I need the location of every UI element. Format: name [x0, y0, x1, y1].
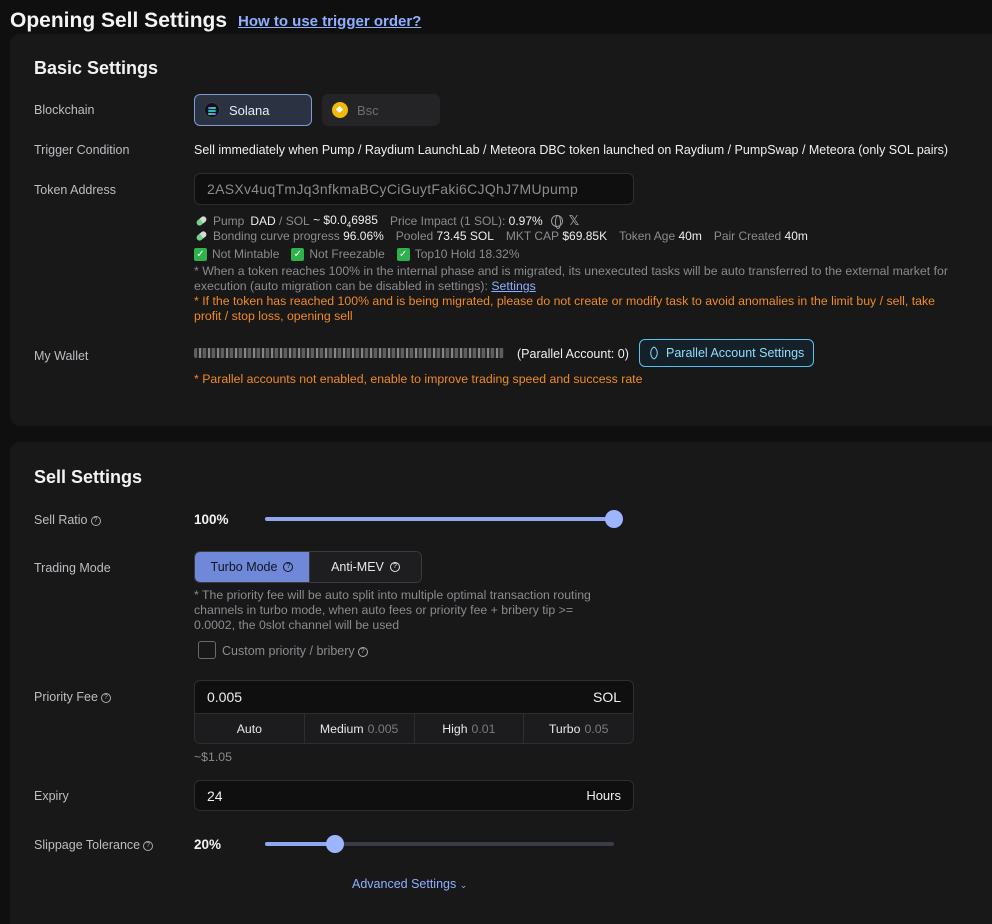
priority-fee-usd: ~$1.05 — [194, 750, 232, 764]
progress-value: 96.06% — [343, 229, 384, 243]
sell-ratio-fill — [265, 517, 614, 521]
slippage-label: Slippage Tolerance? — [34, 838, 154, 852]
pill-icon — [195, 230, 208, 242]
custom-priority-label: Custom priority / bribery? — [222, 644, 368, 658]
token-checks-line: ✓ Not Mintable ✓ Not Freezable ✓ Top10 H… — [194, 247, 520, 261]
chain-button-solana[interactable]: Solana — [194, 94, 312, 126]
platform-name: Pump — [213, 214, 245, 229]
help-icon[interactable]: ? — [90, 515, 101, 526]
my-wallet-label: My Wallet — [34, 349, 89, 363]
turbo-mode-button[interactable]: Turbo Mode? — [195, 552, 309, 582]
help-icon[interactable]: ? — [100, 692, 111, 703]
priority-fee-input-row[interactable]: 0.005 SOL — [195, 681, 633, 713]
sell-settings-title: Sell Settings — [34, 467, 143, 487]
priority-fee-presets: Auto Medium 0.005 High 0.01 Turbo 0.05 — [195, 713, 633, 743]
help-icon[interactable]: ? — [143, 840, 154, 851]
sell-ratio-slider[interactable] — [265, 517, 614, 521]
priority-fee-box: 0.005 SOL Auto Medium 0.005 High 0.01 Turb… — [194, 680, 634, 744]
globe-icon[interactable] — [550, 215, 563, 230]
fee-preset-auto[interactable]: Auto — [195, 714, 304, 743]
trading-mode-toggle: Turbo Mode? Anti-MEV? — [194, 551, 422, 583]
token-info-line-1: Pump DAD / SOL ~ $0.046985 Price Impact … — [195, 213, 579, 230]
wallet-address-blurred — [194, 348, 504, 358]
token-address-input[interactable] — [207, 181, 621, 197]
check-icon: ✓ — [291, 247, 305, 261]
token-price: ~ $0.046985 — [313, 213, 378, 230]
help-icon[interactable]: ? — [283, 562, 294, 572]
token-address-label: Token Address — [34, 183, 116, 197]
priority-fee-unit: SOL — [592, 689, 621, 705]
sell-ratio-value: 100% — [194, 512, 229, 527]
parallel-account-count: (Parallel Account: 0) — [517, 347, 629, 361]
sell-ratio-thumb[interactable] — [605, 510, 623, 528]
parallel-note: * Parallel accounts not enabled, enable … — [194, 372, 643, 386]
chain-button-bsc[interactable]: Bsc — [322, 94, 440, 126]
trading-mode-label: Trading Mode — [34, 561, 111, 575]
pill-icon — [195, 215, 208, 228]
token-age-label: Token Age — [619, 229, 676, 243]
fee-preset-turbo[interactable]: Turbo 0.05 — [523, 714, 633, 743]
fee-preset-high[interactable]: High 0.01 — [413, 714, 524, 743]
migration-warning: * If the token has reached 100% and is b… — [194, 294, 935, 323]
priority-fee-value[interactable]: 0.005 — [207, 689, 242, 705]
chain-label: Solana — [229, 102, 270, 118]
expiry-field[interactable]: 24 Hours — [194, 780, 634, 811]
solana-icon — [204, 102, 220, 118]
rocket-icon — [646, 345, 662, 361]
bsc-icon — [332, 102, 348, 118]
custom-priority-checkbox[interactable] — [198, 641, 216, 659]
anti-mev-button[interactable]: Anti-MEV? — [309, 552, 421, 582]
page-title: Opening Sell Settings — [10, 9, 228, 32]
fee-preset-medium[interactable]: Medium 0.005 — [303, 714, 414, 743]
expiry-label: Expiry — [34, 789, 69, 803]
pair-sep: / SOL — [279, 214, 310, 229]
sell-ratio-label: Sell Ratio? — [34, 513, 101, 527]
priority-fee-label: Priority Fee? — [34, 690, 111, 704]
pooled-value: 73.45 SOL — [436, 229, 494, 243]
blockchain-label: Blockchain — [34, 103, 95, 117]
check-icon: ✓ — [396, 247, 410, 261]
turbo-mode-note: * The priority fee will be auto split in… — [194, 588, 591, 632]
check-not-freezable: Not Freezable — [309, 247, 385, 261]
pair-created-value: 40m — [784, 229, 808, 243]
slippage-thumb[interactable] — [325, 835, 344, 853]
migration-note: * When a token reaches 100% in the inter… — [194, 264, 948, 293]
price-impact-value: 0.97% — [508, 214, 543, 229]
help-icon[interactable]: ? — [389, 562, 400, 572]
expiry-value[interactable]: 24 — [207, 788, 223, 804]
check-not-mintable: Not Mintable — [212, 247, 280, 261]
token-age-value: 40m — [678, 229, 702, 243]
top10-hold-label: Top10 Hold — [414, 247, 476, 261]
basic-settings-title: Basic Settings — [34, 58, 159, 78]
pair-created-label: Pair Created — [713, 229, 782, 243]
slippage-fill — [265, 842, 335, 846]
pooled-label: Pooled — [395, 229, 434, 243]
price-impact-label: Price Impact (1 SOL): — [389, 214, 506, 229]
trigger-condition-text: Sell immediately when Pump / Raydium Lau… — [194, 143, 949, 157]
expiry-unit: Hours — [586, 788, 621, 803]
progress-label: Bonding curve progress — [213, 229, 340, 243]
parallel-account-settings-button[interactable]: Parallel Account Settings — [639, 339, 815, 367]
settings-link[interactable]: Settings — [491, 279, 535, 293]
advanced-settings-toggle[interactable]: Advanced Settings ⌄ — [352, 877, 467, 891]
token-address-field[interactable] — [194, 173, 634, 205]
mcap-value: $69.85K — [562, 229, 608, 243]
top10-hold-value: 18.32% — [478, 247, 520, 261]
x-twitter-icon[interactable]: 𝕏 — [569, 213, 579, 229]
check-icon: ✓ — [194, 247, 207, 261]
slippage-slider[interactable] — [265, 842, 614, 846]
token-symbol: DAD — [250, 214, 276, 229]
help-icon[interactable]: ? — [357, 646, 368, 657]
token-info-line-2: Bonding curve progress 96.06% Pooled 73.… — [195, 229, 808, 243]
mcap-label: MKT CAP — [505, 229, 560, 243]
help-link[interactable]: How to use trigger order? — [238, 13, 421, 30]
chain-label: Bsc — [357, 102, 379, 118]
trigger-condition-label: Trigger Condition — [34, 143, 130, 157]
slippage-value: 20% — [194, 837, 222, 852]
chevron-down-icon: ⌄ — [459, 880, 468, 890]
